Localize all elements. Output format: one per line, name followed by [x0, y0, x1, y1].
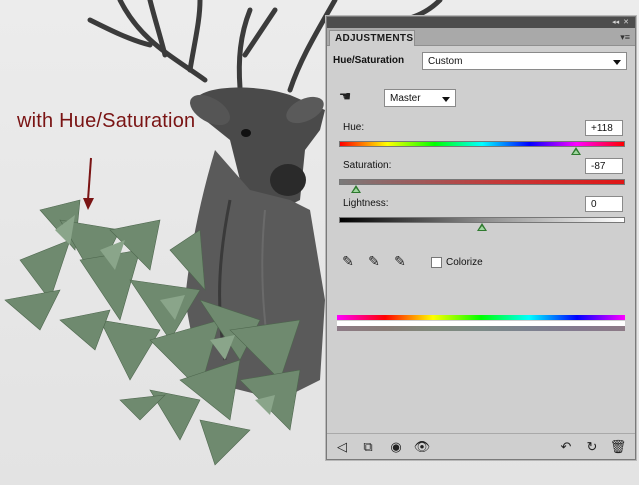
panel-title-bar: ◂◂ ✕ [327, 17, 635, 28]
hand-scrub-icon[interactable]: ☚ [336, 87, 354, 105]
hue-label: Hue: [343, 122, 365, 133]
panel-tab-row: ADJUSTMENTS ▾≡ [327, 28, 635, 46]
trash-icon[interactable]: 🗑 [609, 439, 627, 455]
hue-input[interactable]: +118 [585, 120, 623, 136]
adjustments-panel: ◂◂ ✕ ADJUSTMENTS ▾≡ Hue/Saturation Custo… [326, 16, 636, 460]
hue-slider-track[interactable] [339, 141, 625, 147]
annotation-label: with Hue/Saturation [17, 110, 196, 132]
channel-dropdown-value: Master [390, 93, 421, 104]
chevron-down-icon [613, 60, 621, 65]
saturation-label: Saturation: [343, 160, 392, 171]
hue-slider-thumb[interactable] [571, 147, 582, 155]
back-arrow-icon[interactable]: ◁ [333, 439, 351, 455]
lightness-input[interactable]: 0 [585, 196, 623, 212]
colorize-label: Colorize [446, 257, 483, 268]
close-panel-icon[interactable]: ✕ [623, 19, 629, 26]
lightness-slider-thumb[interactable] [477, 223, 487, 231]
reset-icon[interactable]: ↻ [583, 439, 601, 455]
chevron-down-icon [442, 97, 450, 102]
panel-bottom-toolbar: ◁ ⧉ ◉ 👁 ↶ ↻ 🗑 [327, 433, 635, 459]
clip-to-layer-icon[interactable]: ⧉ [359, 439, 377, 455]
source-spectrum-bar [337, 315, 625, 320]
eye-icon[interactable]: 👁 [413, 439, 431, 455]
saturation-slider-track[interactable] [339, 179, 625, 185]
channel-dropdown[interactable]: Master [384, 89, 456, 107]
lightness-label: Lightness: [343, 198, 389, 209]
preset-dropdown[interactable]: Custom [422, 52, 627, 70]
preset-dropdown-value: Custom [428, 56, 463, 67]
eyedropper-minus-icon[interactable]: ✎ [391, 252, 409, 270]
collapse-panel-icon[interactable]: ◂◂ [612, 19, 619, 26]
preset-adjustment-name: Hue/Saturation [333, 55, 405, 66]
saturation-input[interactable]: -87 [585, 158, 623, 174]
tab-adjustments[interactable]: ADJUSTMENTS [329, 30, 415, 46]
colorize-checkbox[interactable] [431, 257, 442, 268]
eyedropper-plus-icon[interactable]: ✎ [365, 252, 383, 270]
result-spectrum-bar [337, 326, 625, 331]
saturation-slider-thumb[interactable] [351, 185, 362, 193]
eyedropper-icon[interactable]: ✎ [339, 252, 357, 270]
panel-menu-icon[interactable]: ▾≡ [620, 32, 630, 43]
previous-state-icon[interactable]: ↶ [557, 439, 575, 455]
previous-state-toggle-icon[interactable]: ◉ [387, 439, 405, 455]
